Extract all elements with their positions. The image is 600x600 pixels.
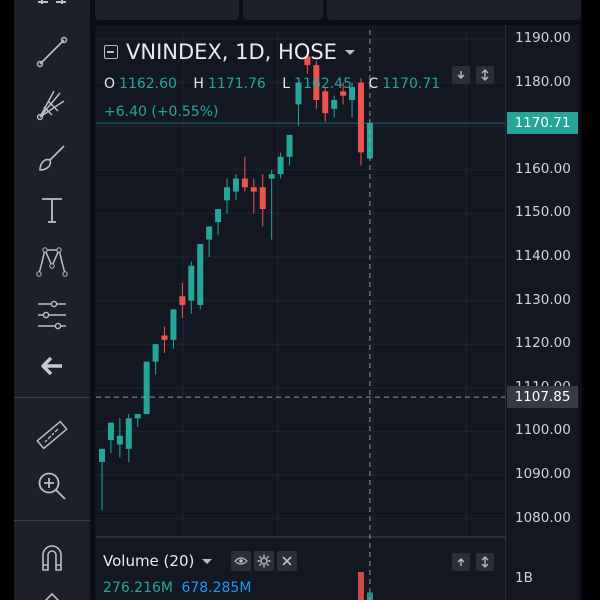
chevron-down-icon[interactable] [202,558,213,564]
close-label: C [368,76,379,92]
candle-body [197,243,204,305]
price-tick-label: 1130.00 [515,291,571,308]
gear-icon [257,554,271,568]
candle-body [143,361,150,414]
candle-body [241,178,248,188]
candle-body [152,344,159,362]
volume-axis-tick: 1B [515,570,533,586]
high-label: H [193,76,204,92]
price-tick-label: 1090.00 [515,466,571,482]
volume-values: 276.216M 678.285M [103,580,251,596]
candle-body [170,309,177,340]
volume-legend: Volume (20) [103,551,298,571]
price-tick-label: 1190.00 [515,30,571,46]
expand-vertical-icon [481,556,489,568]
settings-button[interactable] [254,551,275,571]
candle-body [259,187,266,210]
arrow-down-icon [457,71,465,79]
price-tick-label: 1160.00 [515,160,571,177]
arrow-up-icon [457,558,465,566]
price-tick-label: 1140.00 [515,248,571,264]
close-value: 1170.71 [382,76,441,92]
candle-body [224,187,231,201]
candle-body [357,82,364,153]
volume-value: 276.216M [103,580,173,596]
last-price-label: 1170.71 [507,112,578,135]
candle-body [277,156,284,175]
symbol-legend: VNINDEX, 1D, HOSE [104,40,355,64]
volume-title[interactable]: Volume (20) [103,552,194,570]
volume-ma-value: 678.285M [181,580,252,596]
scale-expand-button[interactable] [476,66,494,84]
candle-body [322,91,329,114]
candle-body [286,134,293,157]
pane-up-button[interactable] [452,553,470,571]
low-value: 1162.45 [294,76,352,92]
candle-body [116,435,123,445]
ohlc-readout: O 1162.60 H 1171.76 L 1162.45 C 1170.71 [104,76,452,92]
candle-body [107,422,114,441]
visibility-button[interactable] [231,551,252,571]
collapse-legend-icon[interactable] [104,45,118,59]
candle-body [179,296,186,305]
crosshair-price-label: 1107.85 [507,386,578,409]
volume-bar [357,572,364,600]
candle-body [161,335,168,340]
candle-body [268,174,275,179]
screen-edge-right [582,0,600,600]
scale-down-button[interactable] [452,66,470,84]
close-icon [282,556,292,566]
candle-body [206,226,213,240]
price-tick-label: 1080.00 [515,509,571,526]
candle-body [331,100,338,109]
chevron-down-icon[interactable] [344,49,355,55]
candle-body [99,448,105,462]
price-tick-label: 1150.00 [515,204,571,221]
candle-body [250,187,257,192]
candle-body [188,265,195,301]
candle-body [232,178,239,192]
remove-button[interactable] [277,551,298,571]
low-label: L [282,76,291,92]
pane-expand-button[interactable] [476,553,494,571]
high-value: 1171.76 [207,76,266,92]
expand-vertical-icon [481,69,489,81]
open-value: 1162.60 [119,76,177,92]
candle-body [134,413,141,419]
price-tick-label: 1100.00 [515,422,571,439]
candle-body [215,209,222,223]
eye-icon [234,557,249,565]
open-label: O [104,76,116,92]
price-change: +6.40 (+0.55%) [104,104,219,120]
price-tick-label: 1120.00 [515,335,571,352]
candle-body [125,418,132,449]
app-frame: VNINDEX, 1D, HOSE O 1162.60 H 1171.76 L 116… [0,0,600,600]
price-tick-label: 1180.00 [515,73,571,90]
symbol-title[interactable]: VNINDEX, 1D, HOSE [126,40,337,64]
